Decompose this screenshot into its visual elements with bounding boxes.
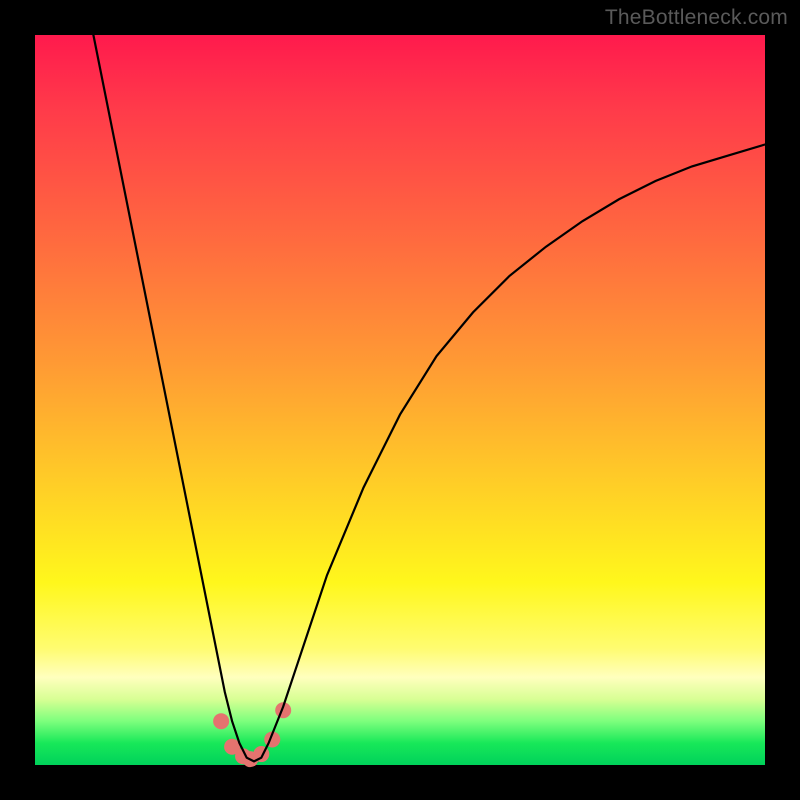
- trough-marker: [213, 713, 229, 729]
- chart-svg: [35, 35, 765, 765]
- bottleneck-curve: [93, 35, 765, 761]
- plot-area: [35, 35, 765, 765]
- watermark-text: TheBottleneck.com: [605, 6, 788, 30]
- chart-frame: TheBottleneck.com: [0, 0, 800, 800]
- marker-group: [213, 702, 291, 767]
